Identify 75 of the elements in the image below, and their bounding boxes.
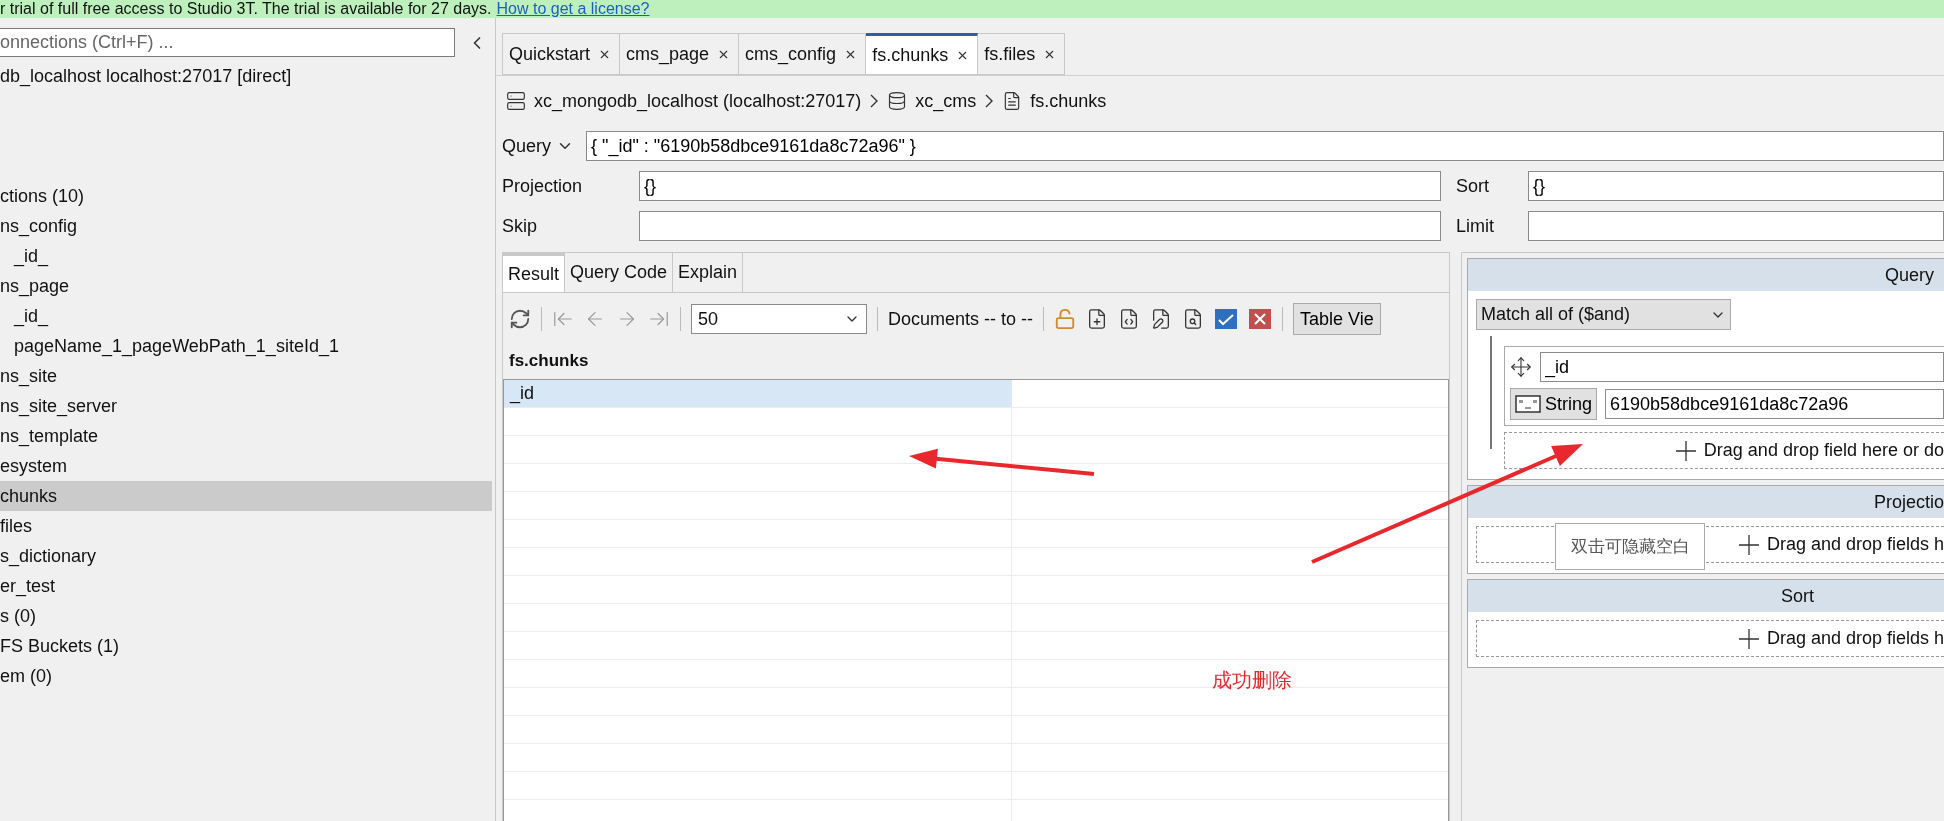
tree-item[interactable]: em (0) [0,661,492,691]
type-button[interactable]: String [1510,388,1598,420]
tab[interactable]: fs.files [978,33,1066,75]
table-view-button[interactable]: Table Vie [1293,303,1381,335]
move-icon[interactable] [1510,356,1532,378]
projection-label: Projection [502,175,584,197]
tree-item[interactable]: ctions (10) [0,181,492,211]
tree-item[interactable]: pageName_1_pageWebPath_1_siteId_1 [0,331,492,361]
drop-hint: Drag and drop field here or do [1703,440,1944,461]
tree-item[interactable]: ns_page [0,271,492,301]
collection-title: fs.chunks [508,350,590,372]
plus-icon [1738,628,1759,649]
drop-hint: Drag and drop fields h [1766,628,1944,649]
field-name-input[interactable]: _id [1540,352,1944,382]
annotation-text: 成功删除 [1212,668,1292,693]
skip-field[interactable] [639,211,1441,241]
match-select[interactable]: Match all of ($and) [1476,299,1731,330]
tab-label: cms_page [626,43,710,65]
drop-hint: Drag and drop fields h [1766,534,1944,555]
breadcrumb-item[interactable]: xc_mongodb_localhost (localhost:27017) [534,90,862,112]
sort-field[interactable]: {} [1528,171,1944,201]
column-header[interactable]: _id [504,380,1012,407]
tree-item[interactable]: er_test [0,571,492,601]
tab[interactable]: cms_page [620,33,740,75]
string-type-icon [1515,394,1541,414]
breadcrumb-item[interactable]: fs.chunks [1030,90,1107,112]
banner-text: r trial of full free access to Studio 3T. The trial is available for 27 days. [0,0,492,18]
drop-zone[interactable]: Drag and drop fields h [1476,620,1944,657]
section-title: Sort [1468,580,1944,612]
tree-item[interactable]: esystem [0,451,492,481]
query-label: Query [502,135,552,157]
tree-item[interactable]: ns_site_server [0,391,492,421]
tree-item[interactable]: s_dictionary [0,541,492,571]
tree-item[interactable]: chunks [0,481,492,511]
chevron-right-icon [984,93,995,109]
tree-item[interactable]: s (0) [0,601,492,631]
refresh-icon[interactable] [509,308,531,330]
sort-label: Sort [1456,175,1490,197]
documents-range: Documents -- to -- [888,308,1034,330]
tab[interactable]: Quickstart [502,33,621,75]
tab[interactable]: fs.chunks [866,33,979,75]
tree-item[interactable]: files [0,511,492,541]
limit-field[interactable] [1528,211,1944,241]
projection-field[interactable]: {} [639,171,1441,201]
delete-icon[interactable] [1248,307,1273,331]
section-title: Query [1468,259,1944,291]
tooltip: 双击可隐藏空白 [1555,523,1705,570]
limit-label: Limit [1456,215,1495,237]
connection-item[interactable]: db_localhost localhost:27017 [direct] [0,61,492,91]
tab-label: fs.chunks [872,44,949,66]
search-field[interactable]: onnections (Ctrl+F) ... [0,28,455,57]
tree-item[interactable]: ns_site [0,361,492,391]
tree-item[interactable]: ns_config [0,211,492,241]
chevron-right-icon [869,93,880,109]
tree-item[interactable]: FS Buckets (1) [0,631,492,661]
query-field[interactable]: { "_id" : "6190b58dbce9161da8c72a96" } [586,131,1944,161]
page-size-select[interactable]: 50 [691,304,867,334]
plus-icon [1675,440,1696,461]
result-tab[interactable]: Result [503,253,566,292]
server-icon [506,91,526,111]
breadcrumb-item[interactable]: xc_cms [915,90,977,112]
plus-icon [1738,534,1759,555]
database-icon [887,91,908,111]
tree-item[interactable]: _id_ [0,301,492,331]
tab[interactable]: cms_config [739,33,867,75]
tab-label: fs.files [984,43,1036,65]
tab-label: Quickstart [509,43,591,65]
skip-label: Skip [502,215,538,237]
check-all-icon[interactable] [1214,307,1239,331]
section-title: Projectio [1468,486,1944,518]
value-input[interactable]: 6190b58dbce9161da8c72a96 [1605,389,1944,419]
tree-item[interactable]: ns_template [0,421,492,451]
tab-label: cms_config [745,43,837,65]
license-link[interactable]: How to get a license? [496,0,650,18]
tree-item[interactable]: _id_ [0,241,492,271]
